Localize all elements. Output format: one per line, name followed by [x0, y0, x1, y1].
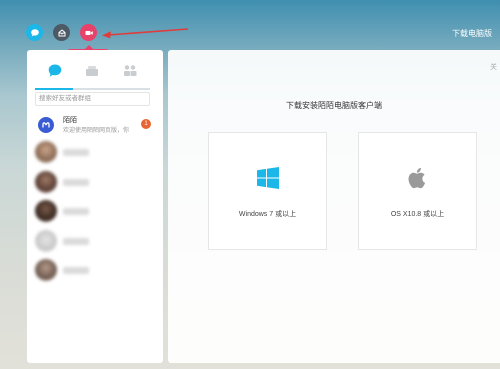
momo-logo-icon: [42, 122, 50, 128]
tab-underline-active: [35, 88, 73, 90]
sidebar-tabs: [27, 50, 163, 92]
avatar: [35, 171, 57, 193]
inbox-icon: [58, 28, 65, 36]
list-item[interactable]: [35, 259, 155, 283]
avatar: [38, 117, 54, 133]
list-item[interactable]: [35, 171, 155, 195]
list-item[interactable]: [35, 141, 155, 165]
list-item[interactable]: [35, 230, 155, 254]
contacts-button[interactable]: [53, 24, 70, 41]
contact-name-blurred: [63, 149, 89, 156]
live-button[interactable]: [80, 24, 97, 41]
unread-badge: 1: [141, 119, 151, 129]
tab-contacts[interactable]: [120, 63, 140, 79]
download-mac-card[interactable]: OS X10.8 或以上: [358, 132, 477, 250]
annotation-arrow: [102, 28, 189, 39]
contact-name-blurred: [63, 179, 89, 186]
tab-chat[interactable]: [45, 63, 65, 79]
chat-button[interactable]: [26, 24, 43, 41]
contact-name-blurred: [63, 208, 89, 215]
sidebar: 搜索好友或者群组 陌陌 欢迎使用陌陌网页版，你 1: [27, 50, 163, 363]
apple-logo-icon: [408, 167, 425, 189]
page-title: 下载安装陌陌电脑版客户端: [286, 101, 382, 110]
tab-groups[interactable]: [82, 63, 102, 79]
chat-bubble-icon: [30, 28, 39, 36]
chat-bubble-icon: [48, 64, 62, 77]
avatar: [35, 259, 57, 281]
windows-logo-icon: [256, 167, 279, 189]
grid-contacts-icon: [124, 65, 137, 76]
download-desktop-link[interactable]: 下载电脑版: [452, 28, 492, 39]
main-panel: 关 下载安装陌陌电脑版客户端 Windows 7 或以上 OS X10.8 或以…: [168, 50, 500, 363]
download-windows-card[interactable]: Windows 7 或以上: [208, 132, 327, 250]
avatar: [35, 200, 57, 222]
conversation-item[interactable]: 陌陌 欢迎使用陌陌网页版，你 1: [36, 112, 161, 136]
conversation-preview: 欢迎使用陌陌网页版，你: [63, 128, 130, 134]
conversation-name: 陌陌: [63, 117, 77, 124]
list-item[interactable]: [35, 200, 155, 224]
windows-label: Windows 7 或以上: [238, 211, 297, 218]
avatar: [35, 230, 57, 252]
close-link[interactable]: 关: [490, 62, 497, 72]
search-input[interactable]: 搜索好友或者群组: [35, 92, 150, 106]
contact-name-blurred: [63, 238, 89, 245]
mac-label: OS X10.8 或以上: [390, 211, 445, 218]
video-camera-icon: [85, 30, 93, 35]
contact-name-blurred: [63, 267, 89, 274]
avatar: [35, 141, 57, 163]
group-icon: [86, 66, 98, 76]
